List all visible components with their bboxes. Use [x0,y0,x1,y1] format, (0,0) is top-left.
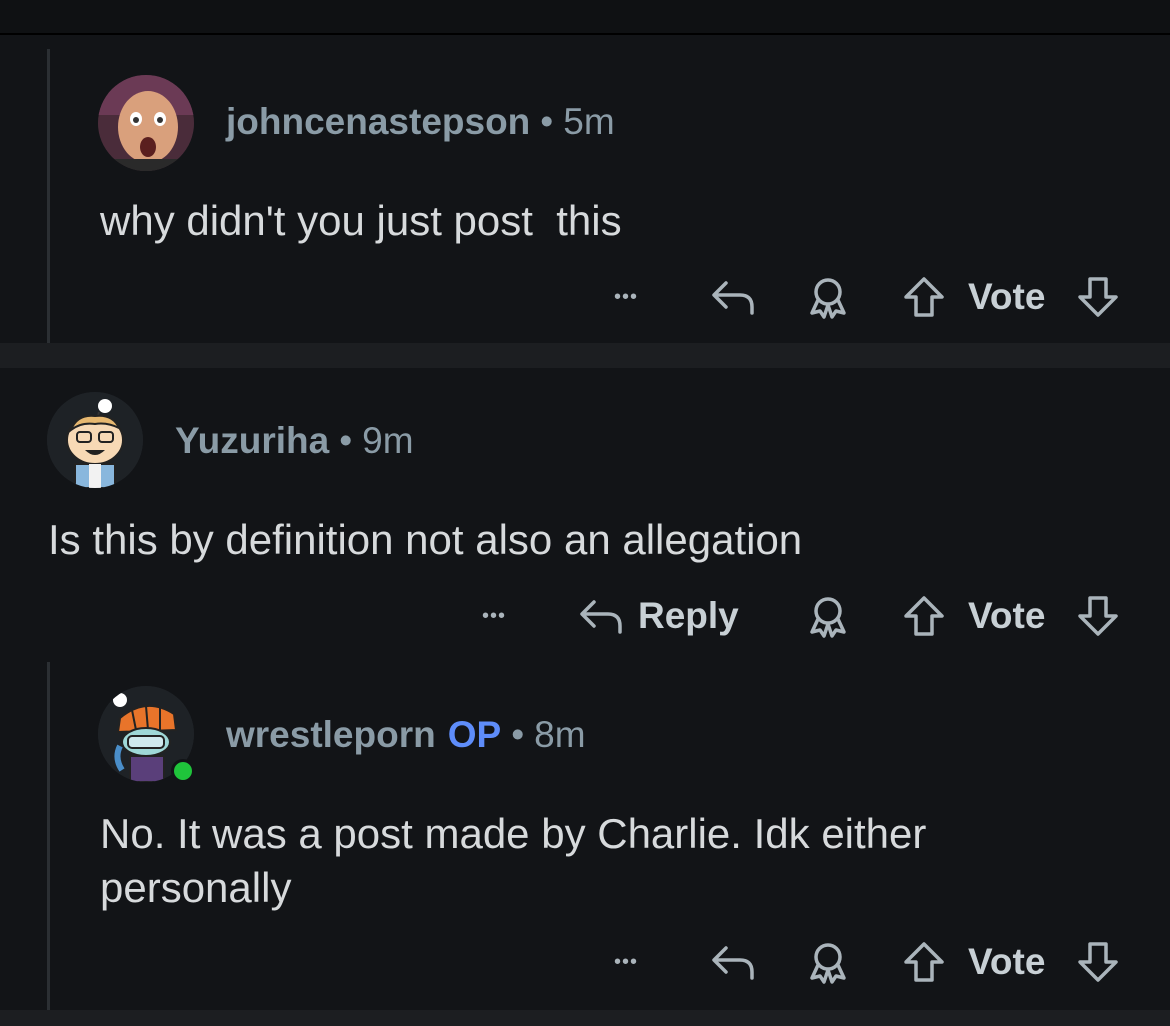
upvote-button[interactable] [902,267,946,327]
comment-2: Yuzuriha • 9m Is this by definition not al… [0,368,1170,658]
award-icon [810,278,846,319]
upvote-arrow-icon [904,277,944,317]
more-options-button[interactable]: ••• [614,267,638,327]
vote-count: Vote [968,267,1045,327]
upvote-arrow-icon [904,942,944,982]
award-icon [810,943,846,984]
timestamp: 8m [534,714,586,755]
vote-count: Vote [968,586,1045,646]
award-button[interactable] [806,267,850,327]
comment-body: Is this by definition not also an allega… [48,516,803,563]
vote-label: Vote [968,276,1046,317]
upvote-arrow-icon [904,596,944,636]
avatar-image [98,75,194,171]
downvote-button[interactable] [1076,267,1120,327]
comment-actions: ••• Reply Vote [0,586,1170,646]
separator-dot: • [540,101,554,142]
timestamp: 9m [362,420,414,461]
separator-dot: • [511,714,525,755]
comment-3: wrestleporn OP • 8m No. It was a post made … [0,658,1170,1010]
downvote-arrow-icon [1078,596,1118,636]
comment-actions: ••• Vote [0,267,1170,327]
avatar[interactable] [47,392,143,488]
downvote-arrow-icon [1078,277,1118,317]
top-edge [0,0,1170,35]
downvote-button[interactable] [1076,932,1120,992]
username[interactable]: johncenastepson [226,101,530,142]
comment-body: why didn't you just post this [100,197,622,244]
vote-count: Vote [968,932,1045,992]
reply-label: Reply [638,595,739,636]
username[interactable]: wrestleporn [226,714,436,755]
separator-dot: • [339,420,353,461]
award-icon [810,597,846,638]
online-status-icon [171,759,195,783]
downvote-arrow-icon [1078,942,1118,982]
username[interactable]: Yuzuriha [175,420,329,461]
reply-icon [580,600,622,634]
comment-body: No. It was a post made by Charlie. Idk e… [100,810,939,911]
downvote-button[interactable] [1076,586,1120,646]
award-button[interactable] [806,932,850,992]
reply-button[interactable]: Reply [578,586,739,646]
upvote-button[interactable] [902,586,946,646]
reply-button[interactable] [710,932,756,992]
comment-meta: Yuzuriha • 9m [175,420,414,462]
more-options-button[interactable]: ••• [614,932,638,992]
reply-icon [712,946,754,980]
comment-meta: johncenastepson • 5m [226,101,615,143]
comment-actions: ••• Vote [0,932,1170,992]
timestamp: 5m [563,101,615,142]
vote-label: Vote [968,595,1046,636]
more-icon: ••• [614,285,639,308]
upvote-button[interactable] [902,932,946,992]
vote-label: Vote [968,941,1046,982]
award-button[interactable] [806,586,850,646]
op-badge: OP [447,714,502,755]
reply-icon [712,281,754,315]
avatar[interactable] [98,75,194,171]
comment-separator [0,343,1170,368]
comment-1: johncenastepson • 5m why didn't you just p… [0,35,1170,343]
more-icon: ••• [482,604,507,627]
more-options-button[interactable]: ••• [482,586,506,646]
comment-meta: wrestleporn OP • 8m [226,714,586,756]
avatar-image [47,392,143,488]
reply-button[interactable] [710,267,756,327]
comment-separator [0,1010,1170,1026]
more-icon: ••• [614,950,639,973]
